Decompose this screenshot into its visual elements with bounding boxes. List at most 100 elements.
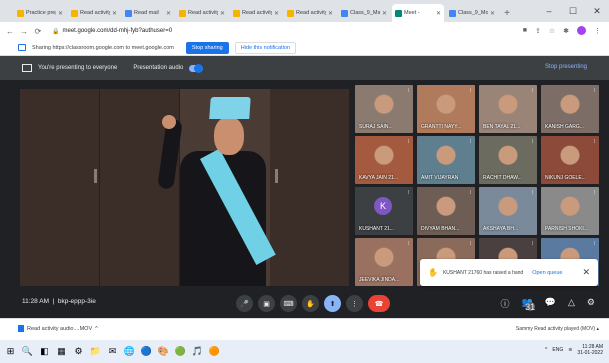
taskbar-app-icon[interactable]: 🟢 bbox=[174, 345, 187, 358]
chat-icon[interactable]: 💬 bbox=[545, 297, 556, 317]
stop-sharing-button[interactable]: Stop sharing bbox=[185, 41, 229, 54]
raised-hand-text: KUSHANT 21760 has raised a hand bbox=[442, 269, 524, 276]
taskbar-app-icon[interactable]: 🎨 bbox=[157, 345, 170, 358]
download-item[interactable]: Read activity audio....MOV ^ bbox=[18, 325, 98, 332]
language-indicator[interactable]: ENG bbox=[552, 347, 563, 353]
browser-tab[interactable]: Read activity w✕ bbox=[68, 4, 120, 22]
close-icon[interactable]: ✕ bbox=[585, 0, 609, 22]
mic-status-icon: ⁞ bbox=[469, 241, 471, 247]
participant-avatar: K bbox=[374, 197, 392, 215]
taskbar-app-icon[interactable]: 📁 bbox=[89, 345, 102, 358]
taskbar-app-icon[interactable]: 🌐 bbox=[123, 345, 136, 358]
tab-close-icon[interactable]: ✕ bbox=[112, 10, 117, 17]
browser-tab[interactable]: Read activity in✕ bbox=[284, 4, 336, 22]
star-icon[interactable]: ☆ bbox=[549, 27, 555, 35]
activities-icon[interactable]: △ bbox=[568, 297, 575, 317]
browser-tab[interactable]: Practice prep ✕ bbox=[14, 4, 66, 22]
raise-hand-button[interactable]: ✋ bbox=[302, 295, 319, 312]
wardrobe-door bbox=[270, 89, 350, 286]
tray-arrow-icon[interactable]: ^ bbox=[545, 347, 547, 353]
child-face bbox=[214, 117, 244, 155]
taskbar: ⊞ 🔍 ◧ ▦ ⚙ 📁 ✉ 🌐 🔵 🎨 🟢 🎵 🟠 ^ ENG ≋ 11:28 AM 31-01-202… bbox=[0, 340, 609, 363]
new-tab-button[interactable]: + bbox=[500, 4, 514, 22]
taskbar-app-icon[interactable]: 🔵 bbox=[140, 345, 153, 358]
leave-call-button[interactable]: ☎ bbox=[368, 295, 390, 312]
hide-notification-button[interactable]: Hide this notification bbox=[234, 41, 296, 54]
participant-tile[interactable]: ⁞ DIVYAM BHAN... bbox=[417, 187, 475, 235]
close-icon[interactable]: ✕ bbox=[582, 267, 590, 278]
taskbar-app-icon[interactable]: ⊞ bbox=[4, 345, 17, 358]
info-icon[interactable]: ⓘ bbox=[501, 297, 510, 317]
participant-tile[interactable]: ⁞ JEEVIKA JINDA... bbox=[355, 238, 413, 286]
browser-tab[interactable]: Class_9_Math✕ bbox=[338, 4, 390, 22]
browser-tab[interactable]: Meet - ✕ bbox=[392, 4, 444, 22]
participant-name: AKSHAYA BH... bbox=[483, 226, 519, 232]
taskbar-app-icon[interactable]: ✉ bbox=[106, 345, 119, 358]
more-options-button[interactable]: ⋮ bbox=[346, 295, 363, 312]
taskbar-app-icon[interactable]: 🎵 bbox=[191, 345, 204, 358]
camera-icon[interactable]: ■ bbox=[523, 27, 527, 34]
taskbar-app-icon[interactable]: ◧ bbox=[38, 345, 51, 358]
participant-tile[interactable]: ⁞ PARNISH SHOKI... bbox=[541, 187, 599, 235]
wifi-icon[interactable]: ≋ bbox=[568, 347, 572, 353]
profile-avatar[interactable] bbox=[577, 26, 586, 35]
participant-name: KANISH GARG... bbox=[545, 124, 584, 130]
participant-tile[interactable]: ⁞ RACHIT DHAW... bbox=[479, 136, 537, 184]
microphone-button[interactable]: 🎤 bbox=[236, 295, 253, 312]
tab-close-icon[interactable]: ✕ bbox=[58, 10, 63, 17]
browser-tab[interactable]: Class_9_Mon✕ bbox=[446, 4, 498, 22]
camera-button[interactable]: ▣ bbox=[258, 295, 275, 312]
tab-close-icon[interactable]: ✕ bbox=[490, 10, 495, 17]
tab-favicon-icon bbox=[71, 9, 78, 17]
people-icon[interactable]: 👥31 bbox=[522, 297, 536, 317]
tab-close-icon[interactable]: ✕ bbox=[328, 10, 333, 17]
presentation-audio-label: Presentation audio bbox=[133, 65, 184, 71]
taskbar-app-icon[interactable]: 🟠 bbox=[208, 345, 221, 358]
participant-tile[interactable]: ⁞ GRANTTI NAYY... bbox=[417, 85, 475, 133]
maximize-icon[interactable]: ☐ bbox=[561, 0, 585, 22]
mic-status-icon: ⁞ bbox=[593, 241, 595, 247]
captions-button[interactable]: ⌨ bbox=[280, 295, 297, 312]
menu-icon[interactable]: ⋮ bbox=[594, 27, 601, 35]
host-controls-icon[interactable]: ⚙ bbox=[587, 297, 595, 317]
participant-tile[interactable]: K ⁞ KUSHANT 21... bbox=[355, 187, 413, 235]
reload-icon[interactable]: ⟳ bbox=[34, 27, 42, 36]
minimize-icon[interactable]: – bbox=[537, 0, 561, 22]
tray-clock[interactable]: 11:28 AM 31-01-2022 bbox=[577, 344, 603, 356]
browser-tab[interactable]: Read activity p✕ bbox=[230, 4, 282, 22]
forward-icon[interactable]: → bbox=[20, 27, 28, 36]
participant-tile[interactable]: ⁞ AMIT VIJAYRAN bbox=[417, 136, 475, 184]
tab-close-icon[interactable]: ✕ bbox=[166, 10, 171, 17]
url-field[interactable]: 🔒 meet.google.com/dd-mhj-fyb?authuser=0 bbox=[52, 28, 172, 35]
mic-status-icon: ⁞ bbox=[531, 190, 533, 196]
mic-status-icon: ⁞ bbox=[593, 88, 595, 94]
browser-tab[interactable]: Read mail ✕ bbox=[122, 4, 174, 22]
participant-tile[interactable]: ⁞ KAVYA JAIN 21... bbox=[355, 136, 413, 184]
participant-tile[interactable]: ⁞ BEN TAYAL 21... bbox=[479, 85, 537, 133]
participant-name: NIKUNJ GOELE... bbox=[545, 175, 586, 181]
tab-close-icon[interactable]: ✕ bbox=[274, 10, 279, 17]
tab-close-icon[interactable]: ✕ bbox=[436, 10, 441, 17]
browser-tab[interactable]: Read activity p✕ bbox=[176, 4, 228, 22]
participant-tile[interactable]: ⁞ SURAJ SAIN... bbox=[355, 85, 413, 133]
download-status: Sammy Read activity played (MOV) ▴ bbox=[515, 326, 599, 332]
tab-close-icon[interactable]: ✕ bbox=[220, 10, 225, 17]
taskbar-app-icon[interactable]: 🔍 bbox=[21, 345, 34, 358]
participant-tile[interactable]: ⁞ KANISH GARG... bbox=[541, 85, 599, 133]
back-icon[interactable]: ← bbox=[6, 27, 14, 36]
participant-tile[interactable]: ⁞ NIKUNJ GOELE... bbox=[541, 136, 599, 184]
mic-status-icon: ⁞ bbox=[407, 139, 409, 145]
stop-presenting-button[interactable]: Stop presenting bbox=[545, 64, 587, 70]
presentation-audio-toggle[interactable] bbox=[189, 63, 204, 73]
chevron-up-icon[interactable]: ^ bbox=[95, 326, 98, 332]
present-button[interactable]: ⬆ bbox=[324, 295, 341, 312]
taskbar-app-icon[interactable]: ▦ bbox=[55, 345, 68, 358]
mic-status-icon: ⁞ bbox=[407, 241, 409, 247]
share-icon[interactable]: ⇪ bbox=[535, 27, 541, 35]
screen-share-icon bbox=[18, 44, 26, 51]
participant-tile[interactable]: ⁞ AKSHAYA BH... bbox=[479, 187, 537, 235]
open-queue-button[interactable]: Open queue bbox=[532, 270, 562, 276]
tab-close-icon[interactable]: ✕ bbox=[382, 10, 387, 17]
extension-icon[interactable]: ✱ bbox=[563, 27, 569, 35]
taskbar-app-icon[interactable]: ⚙ bbox=[72, 345, 85, 358]
